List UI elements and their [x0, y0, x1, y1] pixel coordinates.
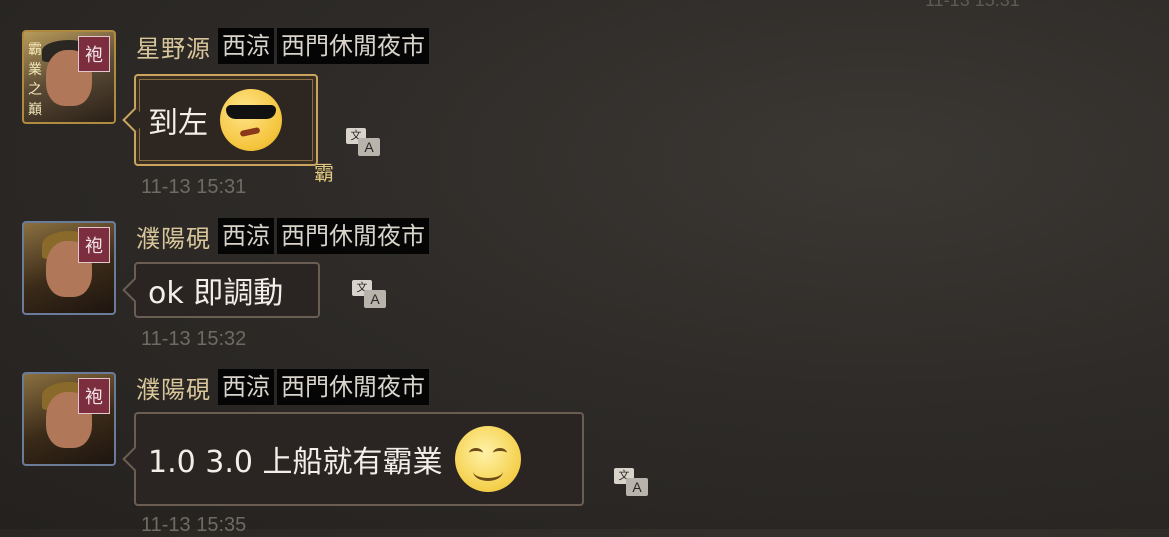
bubble-corner-mark: 霸: [314, 161, 334, 185]
avatar[interactable]: 袍: [22, 372, 116, 466]
message-text: 到左: [148, 106, 208, 141]
name-row: 濮陽硯 西涼 西門休閒夜市: [136, 367, 429, 407]
smile-emoji: [454, 426, 521, 492]
message-timestamp: 11-13 15:31: [141, 176, 247, 198]
faction-tag: 西涼: [218, 28, 274, 64]
translate-icon[interactable]: 文 A: [342, 126, 386, 158]
message-bubble[interactable]: 1.0 3.0 上船就有霸業: [134, 412, 584, 506]
alliance-tag: 西門休閒夜市: [277, 369, 429, 405]
username[interactable]: 濮陽硯: [136, 219, 211, 254]
avatar-badge: 袍: [78, 36, 110, 72]
message-text: 1.0 3.0 上船就有霸業: [148, 445, 443, 480]
avatar[interactable]: 袍: [22, 221, 116, 315]
message-bubble[interactable]: ok 即調動: [134, 262, 320, 318]
alliance-tag: 西門休閒夜市: [277, 28, 429, 64]
name-row: 濮陽硯 西涼 西門休閒夜市: [136, 216, 429, 256]
cool-sunglasses-emoji: [220, 89, 282, 151]
alliance-tag: 西門休閒夜市: [277, 218, 429, 254]
message-bubble[interactable]: 到左 霸: [134, 74, 334, 185]
translate-icon[interactable]: 文 A: [348, 278, 392, 310]
avatar[interactable]: 霸業之巔 袍: [22, 30, 116, 124]
message-timestamp: 11-13 15:35: [141, 514, 247, 536]
avatar-badge: 袍: [78, 378, 110, 414]
faction-tag: 西涼: [218, 369, 274, 405]
translate-icon[interactable]: 文 A: [610, 466, 654, 498]
message-text: ok 即調動: [148, 276, 284, 311]
avatar-title-text: 霸業之巔: [28, 42, 42, 118]
faction-tag: 西涼: [218, 218, 274, 254]
username[interactable]: 星野源: [136, 29, 211, 64]
username[interactable]: 濮陽硯: [136, 370, 211, 405]
avatar-badge: 袍: [78, 227, 110, 263]
message-timestamp: 11-13 15:32: [141, 328, 247, 350]
name-row: 星野源 西涼 西門休閒夜市: [136, 26, 429, 66]
previous-timestamp: 11-13 15:31: [925, 0, 1020, 10]
